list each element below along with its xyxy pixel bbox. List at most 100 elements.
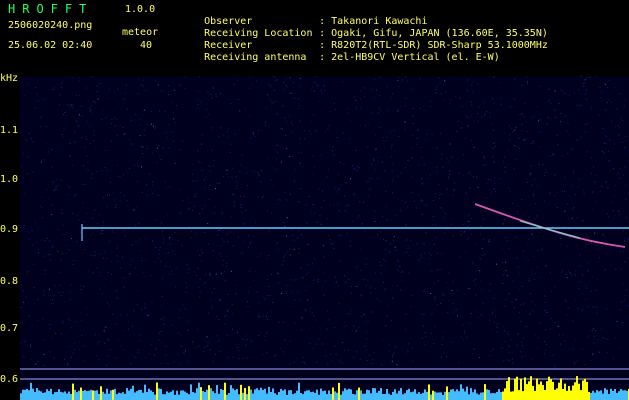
- noise-speck: [326, 218, 328, 220]
- noise-speck: [216, 335, 218, 337]
- noise-speck: [345, 281, 347, 283]
- noise-speck: [282, 351, 284, 353]
- noise-speck: [278, 282, 280, 284]
- noise-speck: [422, 183, 424, 185]
- noise-speck: [299, 120, 301, 122]
- noise-speck: [227, 169, 228, 171]
- noise-speck: [98, 359, 100, 361]
- noise-speck: [329, 353, 331, 355]
- noise-speck: [528, 281, 530, 283]
- noise-speck: [53, 357, 55, 359]
- noise-speck: [53, 190, 55, 191]
- noise-speck: [159, 246, 161, 248]
- noise-speck: [60, 259, 62, 261]
- power-bar: [312, 391, 314, 400]
- power-bar: [98, 393, 100, 400]
- power-bar: [396, 393, 398, 400]
- noise-speck: [51, 89, 53, 91]
- noise-speck: [425, 231, 427, 233]
- noise-speck: [534, 219, 536, 221]
- noise-speck: [232, 194, 233, 195]
- noise-speck: [412, 108, 414, 110]
- noise-speck: [521, 130, 523, 132]
- noise-speck: [336, 137, 338, 138]
- noise-speck: [210, 93, 212, 95]
- noise-speck: [582, 275, 584, 277]
- noise-speck: [506, 172, 508, 174]
- noise-speck: [374, 210, 376, 212]
- noise-speck: [462, 223, 464, 225]
- noise-speck: [595, 76, 597, 78]
- power-bar: [280, 388, 282, 400]
- noise-speck: [194, 196, 196, 198]
- power-bar: [304, 391, 306, 400]
- noise-speck: [284, 339, 286, 341]
- noise-speck: [466, 88, 468, 90]
- noise-speck: [258, 335, 260, 336]
- noise-speck: [328, 125, 330, 127]
- noise-speck: [155, 219, 157, 221]
- noise-speck: [564, 176, 566, 178]
- noise-speck: [129, 139, 131, 141]
- noise-speck: [596, 201, 598, 203]
- noise-speck: [486, 110, 488, 112]
- noise-speck: [192, 342, 194, 343]
- noise-speck: [329, 239, 331, 241]
- noise-speck: [385, 325, 387, 327]
- noise-speck: [387, 305, 389, 307]
- noise-speck: [291, 229, 293, 230]
- noise-speck: [564, 190, 566, 192]
- noise-speck: [161, 233, 163, 235]
- noise-speck: [145, 356, 146, 358]
- noise-speck: [486, 182, 488, 184]
- noise-speck: [293, 179, 295, 181]
- noise-speck: [219, 228, 221, 230]
- noise-speck: [406, 206, 408, 208]
- noise-speck: [299, 163, 301, 165]
- noise-speck: [141, 191, 143, 193]
- noise-speck: [103, 221, 105, 223]
- noise-speck: [43, 339, 45, 341]
- noise-speck: [21, 284, 22, 286]
- noise-speck: [291, 155, 293, 157]
- noise-speck: [457, 315, 458, 317]
- noise-speck: [622, 199, 624, 201]
- noise-speck: [388, 343, 390, 345]
- noise-speck: [471, 84, 473, 86]
- noise-speck: [281, 290, 283, 292]
- noise-speck: [181, 244, 183, 246]
- noise-speck: [470, 313, 472, 315]
- noise-speck: [226, 265, 228, 267]
- noise-speck: [592, 353, 594, 355]
- noise-speck: [165, 252, 167, 254]
- noise-speck: [292, 279, 294, 281]
- power-bar: [404, 393, 406, 400]
- noise-speck: [434, 298, 436, 300]
- noise-speck: [105, 258, 107, 260]
- noise-speck: [186, 199, 188, 201]
- noise-speck: [204, 282, 206, 284]
- noise-speck: [544, 301, 546, 303]
- noise-speck: [271, 102, 273, 104]
- noise-speck: [488, 178, 490, 180]
- noise-speck: [594, 330, 596, 331]
- noise-speck: [315, 319, 317, 321]
- noise-speck: [315, 84, 317, 86]
- noise-speck: [23, 224, 25, 226]
- noise-speck: [528, 195, 530, 197]
- noise-speck: [230, 270, 232, 272]
- noise-speck: [565, 301, 567, 303]
- noise-speck: [614, 143, 615, 145]
- capture-filename: 2506020240.png: [8, 20, 93, 31]
- power-bar: [64, 391, 66, 400]
- noise-speck: [512, 280, 514, 282]
- power-bar: [262, 390, 264, 400]
- noise-speck: [343, 163, 345, 165]
- power-bar: [328, 390, 330, 400]
- power-bar: [580, 390, 582, 400]
- noise-speck: [467, 117, 469, 119]
- noise-speck: [207, 345, 209, 347]
- noise-speck: [138, 222, 140, 224]
- noise-speck: [236, 331, 238, 333]
- noise-speck: [466, 160, 468, 162]
